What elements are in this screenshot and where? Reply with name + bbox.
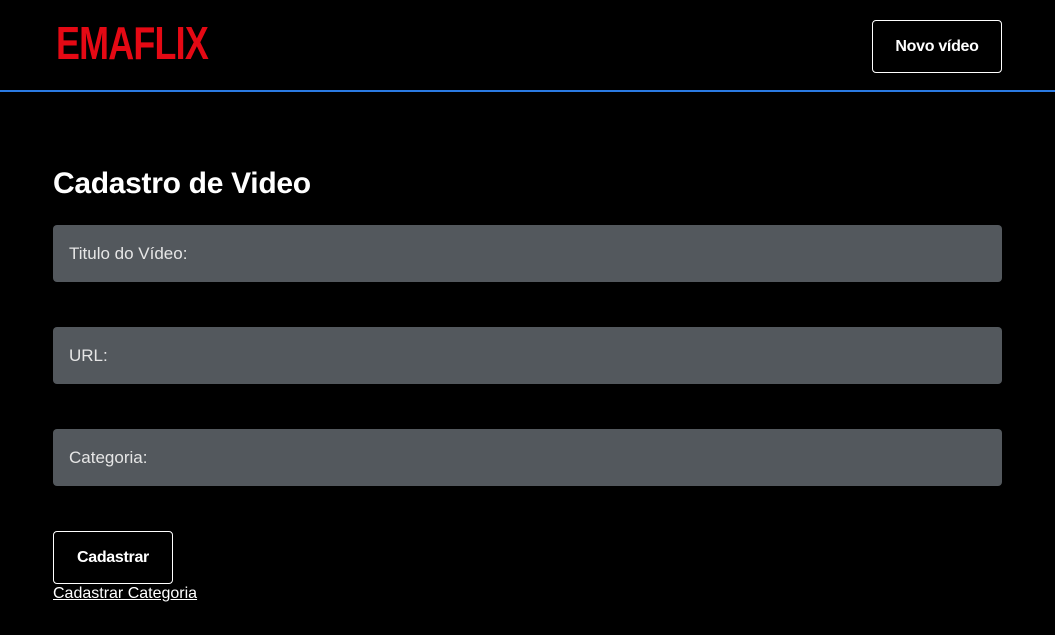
category-label: Categoria:	[69, 447, 148, 467]
video-title-label: Titulo do Vídeo:	[69, 243, 188, 263]
submit-button[interactable]: Cadastrar	[53, 531, 173, 584]
video-title-field[interactable]: Titulo do Vídeo:	[53, 225, 1002, 282]
new-video-button[interactable]: Novo vídeo	[872, 20, 1002, 73]
url-field[interactable]: URL:	[53, 327, 1002, 384]
register-category-link[interactable]: Cadastrar Categoria	[53, 584, 197, 603]
top-header: EMAFLIX Novo vídeo	[0, 0, 1055, 92]
page-title: Cadastro de Video	[53, 167, 311, 200]
url-label: URL:	[69, 345, 108, 365]
emaflix-logo[interactable]: EMAFLIX	[56, 14, 209, 72]
category-field[interactable]: Categoria:	[53, 429, 1002, 486]
